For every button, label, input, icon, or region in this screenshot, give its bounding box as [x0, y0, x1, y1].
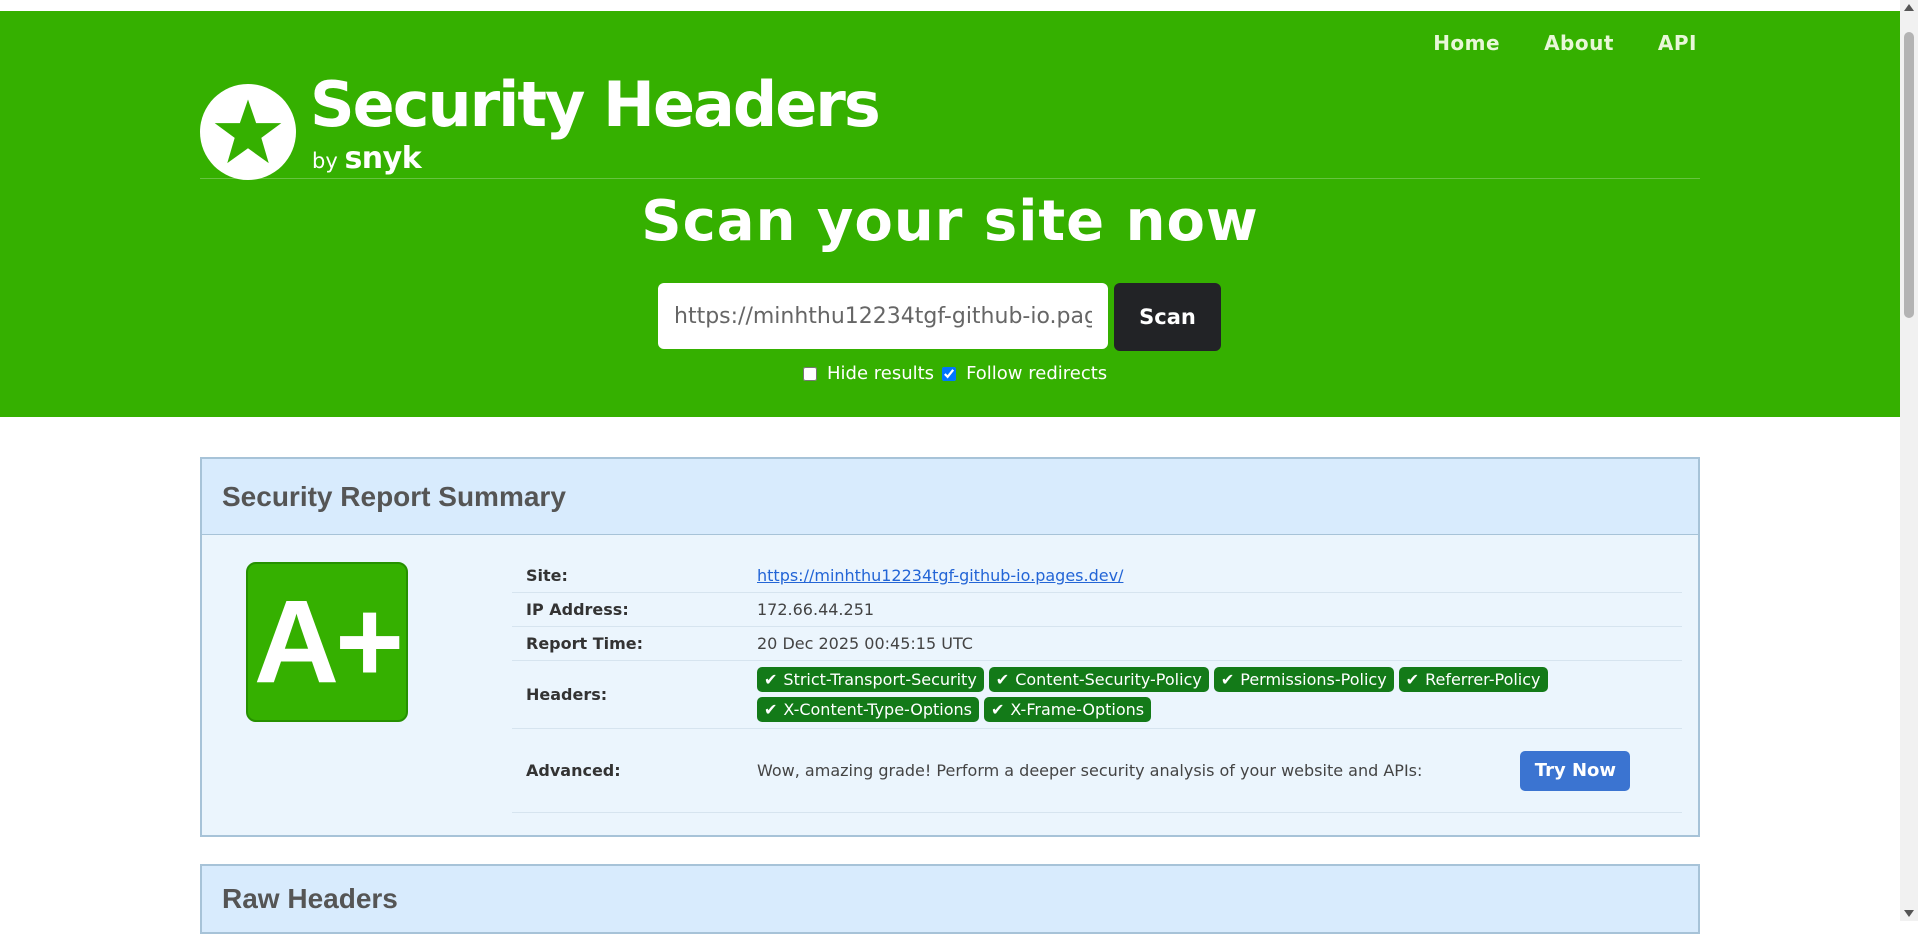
main-nav: Home About API: [1433, 31, 1697, 55]
advanced-text: Wow, amazing grade! Perform a deeper sec…: [757, 761, 1423, 780]
ip-label: IP Address:: [526, 600, 629, 619]
scroll-thumb[interactable]: [1904, 32, 1914, 318]
try-now-button[interactable]: Try Now: [1520, 750, 1631, 791]
hide-results-label: Hide results: [827, 363, 935, 384]
site-row: Site: https://minhthu12234tgf-github-io.…: [512, 559, 1682, 593]
header-tag-label: Permissions-Policy: [1240, 670, 1387, 689]
check-icon: ✔: [995, 670, 1010, 689]
logo-title: Security Headers: [310, 68, 881, 141]
hero-title: Scan your site now: [641, 189, 1259, 254]
logo-byline: by snyk: [312, 141, 422, 176]
header-tag: ✔ Referrer-Policy: [1398, 667, 1548, 692]
logo-by-text: by: [312, 149, 338, 173]
report-time-row: Report Time: 20 Dec 2025 00:45:15 UTC: [512, 627, 1682, 661]
header-tag: ✔ Content-Security-Policy: [988, 667, 1209, 692]
header-tag: ✔ X-Frame-Options: [983, 697, 1152, 722]
header-tag: ✔ Permissions-Policy: [1213, 667, 1394, 692]
hide-results-checkbox[interactable]: [803, 366, 817, 381]
follow-redirects-checkbox[interactable]: [942, 366, 957, 381]
header-tag: ✔ X-Content-Type-Options: [757, 697, 979, 722]
star-icon: [200, 84, 296, 180]
security-report-summary: Security Report Summary A+ Site: https:/…: [200, 457, 1700, 837]
headers-row: Headers: ✔ Strict-Transport-Security ✔ Con…: [512, 661, 1682, 729]
hide-results-option[interactable]: Hide results: [803, 363, 934, 384]
ip-value: 172.66.44.251: [757, 600, 875, 619]
follow-redirects-label: Follow redirects: [966, 363, 1108, 384]
scroll-up-icon[interactable]: [1904, 4, 1914, 11]
nav-home-link[interactable]: Home: [1433, 31, 1500, 55]
site-logo[interactable]: Security Headers by snyk: [200, 69, 881, 180]
scan-options: Hide results Follow redirects: [803, 363, 1107, 384]
check-icon: ✔: [764, 700, 778, 719]
check-icon: ✔: [990, 700, 1005, 719]
check-icon: ✔: [1405, 670, 1420, 689]
hero-banner: Home About API Security Headers by snyk …: [0, 11, 1900, 417]
header-tags: ✔ Strict-Transport-Security ✔ Content-Secu…: [757, 667, 1577, 722]
header-tag-label: X-Content-Type-Options: [783, 700, 972, 719]
raw-headers-title: Raw Headers: [200, 864, 1700, 934]
header-tag-label: Referrer-Policy: [1425, 670, 1541, 689]
check-icon: ✔: [764, 670, 778, 689]
scan-button[interactable]: Scan: [1114, 283, 1221, 351]
summary-title: Security Report Summary: [202, 459, 1698, 535]
site-label: Site:: [526, 566, 568, 585]
headers-label: Headers:: [526, 685, 608, 704]
header-tag-label: X-Frame-Options: [1010, 700, 1145, 719]
advanced-label: Advanced:: [526, 761, 621, 780]
header-tag-label: Content-Security-Policy: [1015, 670, 1202, 689]
scan-form: Scan: [658, 283, 1221, 351]
scroll-down-icon[interactable]: [1904, 910, 1914, 917]
follow-redirects-option[interactable]: Follow redirects: [942, 363, 1107, 384]
hero-divider: [200, 178, 1700, 179]
summary-table: Site: https://minhthu12234tgf-github-io.…: [512, 559, 1682, 813]
advanced-row: Advanced: Wow, amazing grade! Perform a …: [512, 729, 1682, 813]
ip-row: IP Address: 172.66.44.251: [512, 593, 1682, 627]
report-time-value: 20 Dec 2025 00:45:15 UTC: [757, 634, 973, 653]
url-input[interactable]: [658, 283, 1108, 349]
header-tag: ✔ Strict-Transport-Security: [757, 667, 984, 692]
snyk-wordmark: snyk: [344, 141, 422, 176]
vertical-scrollbar[interactable]: [1900, 0, 1918, 921]
check-icon: ✔: [1220, 670, 1235, 689]
nav-api-link[interactable]: API: [1658, 31, 1697, 55]
header-tag-label: Strict-Transport-Security: [783, 670, 977, 689]
grade-badge: A+: [246, 562, 408, 722]
report-time-label: Report Time:: [526, 634, 644, 653]
nav-about-link[interactable]: About: [1544, 31, 1614, 55]
site-link[interactable]: https://minhthu12234tgf-github-io.pages.…: [757, 566, 1123, 585]
